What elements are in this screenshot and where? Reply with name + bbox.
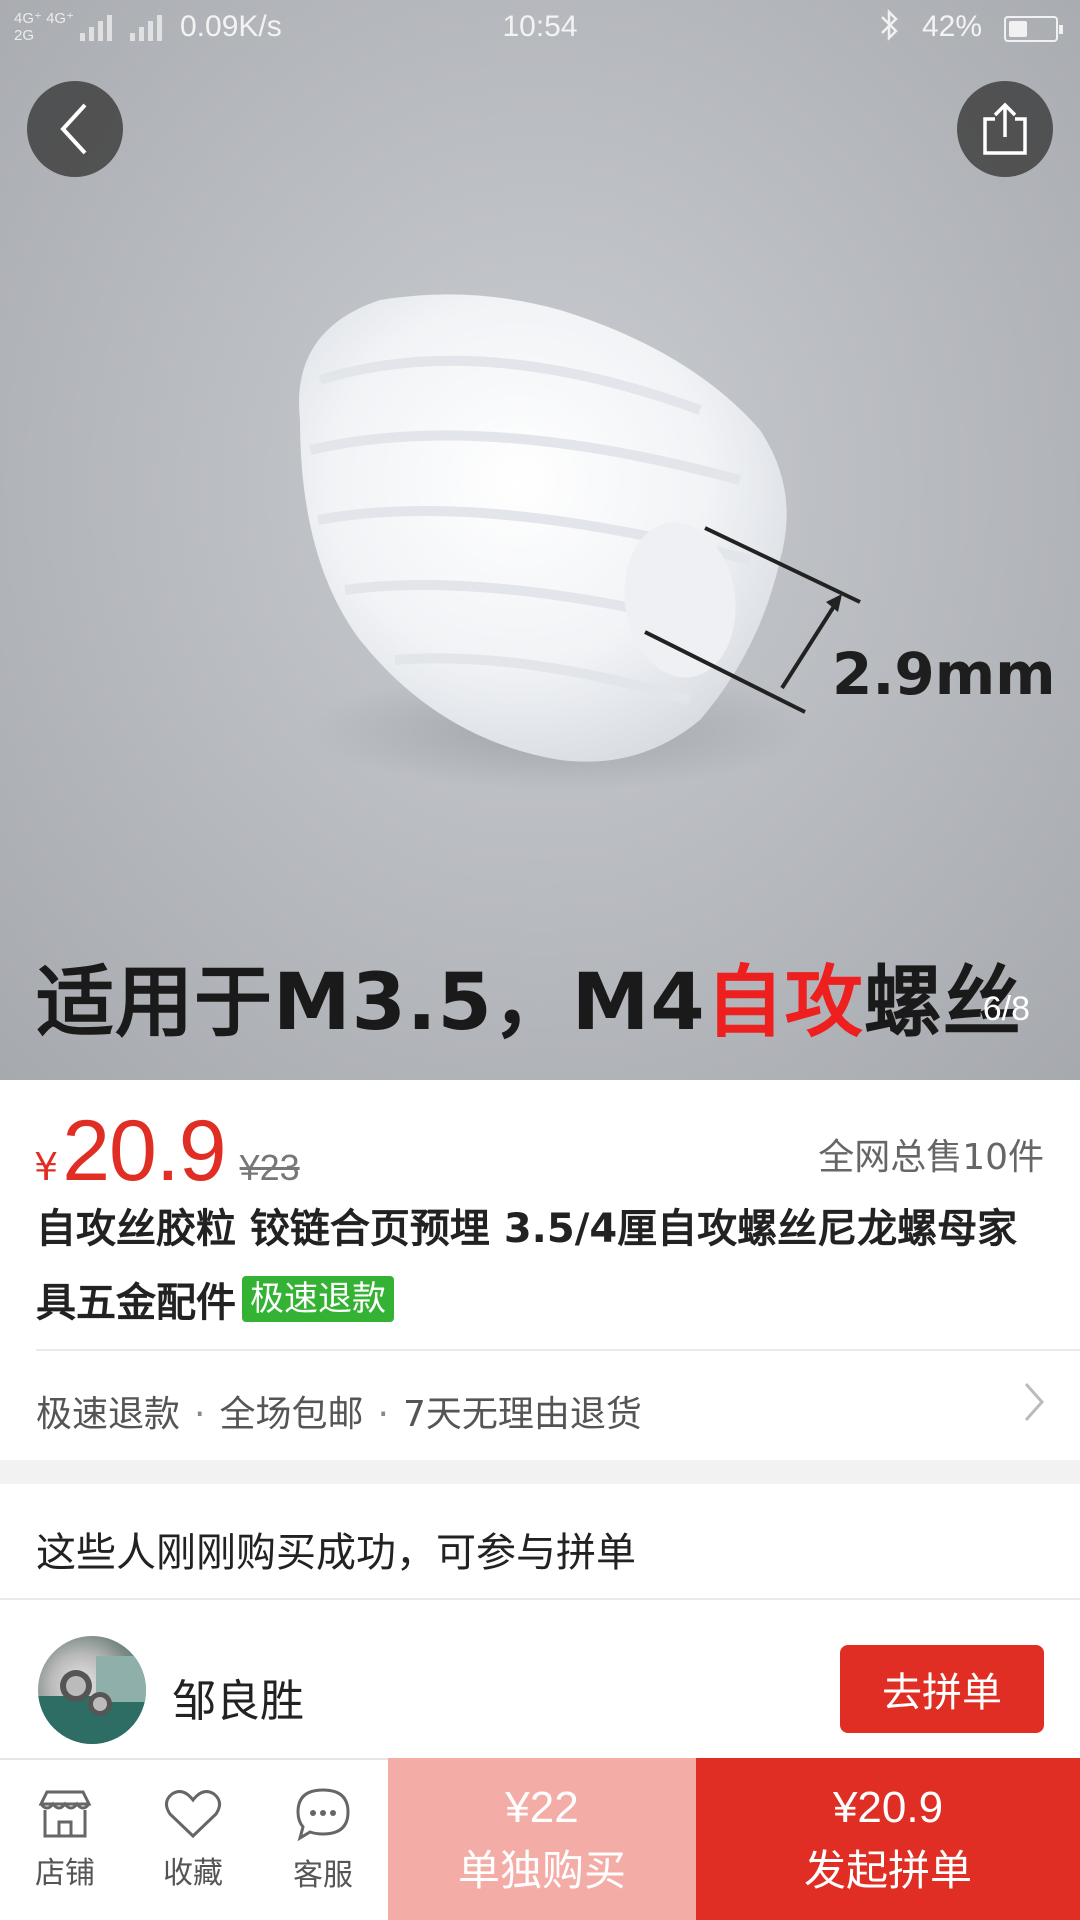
original-price: ¥23 — [239, 1147, 300, 1188]
total-sold: 全网总售10件 — [818, 1137, 1044, 1178]
customer-service-button[interactable]: 客服 — [258, 1760, 388, 1920]
share-button[interactable] — [957, 81, 1053, 177]
product-image-gallery[interactable]: 2.9mm 适用于M3.5，M4自攻螺丝 6/8 4G⁺ 4G⁺ 2G 0.09… — [0, 0, 1080, 1080]
group-buy-label: 发起拼单 — [803, 1845, 972, 1895]
service-fast-refund: 极速退款 — [36, 1394, 181, 1435]
price-row: ¥ 20.9 ¥23 — [34, 1102, 300, 1201]
clock: 10:54 — [502, 10, 578, 43]
group-user-name: 邹良胜 — [172, 1676, 304, 1727]
section-divider — [0, 1460, 1080, 1484]
image-caption: 适用于M3.5，M4自攻螺丝 — [36, 940, 1022, 1052]
status-bar: 4G⁺ 4G⁺ 2G 0.09K/s 10:54 42% — [0, 0, 1080, 56]
service-free-shipping: 全场包邮 — [219, 1394, 364, 1435]
bottom-action-bar: 店铺 收藏 客服 ¥22 单独购买 ¥20.9 发起拼单 — [0, 1758, 1080, 1920]
customer-service-label: 客服 — [293, 1858, 353, 1893]
single-price: ¥22 — [505, 1782, 579, 1832]
avatar — [38, 1636, 146, 1744]
fast-refund-tag: 极速退款 — [242, 1276, 394, 1322]
chevron-left-icon — [60, 103, 87, 155]
product-info: ¥ 20.9 ¥23 全网总售10件 自攻丝胶粒 铰链合页预埋 3.5/4厘自攻… — [0, 1080, 1080, 1460]
caption-text: 适用于M3.5，M4 — [36, 958, 706, 1048]
service-7day-return: 7天无理由退货 — [402, 1394, 642, 1435]
chevron-right-icon[interactable] — [1022, 1380, 1046, 1428]
battery-fill — [1009, 21, 1027, 37]
product-photo — [299, 294, 861, 790]
heart-icon — [165, 1790, 221, 1839]
bluetooth-icon — [878, 8, 902, 50]
product-title: 自攻丝胶粒 铰链合页预埋 3.5/4厘自攻螺丝尼龙螺母家具五金配件 极速退款 — [36, 1192, 1046, 1340]
battery-icon — [1004, 16, 1063, 42]
join-group-button[interactable]: 去拼单 — [840, 1645, 1044, 1733]
group-buy-price: ¥20.9 — [832, 1782, 944, 1832]
service-guarantees[interactable]: 极速退款 · 全场包邮 · 7天无理由退货 — [36, 1385, 642, 1437]
share-icon — [983, 102, 1027, 155]
store-icon — [38, 1790, 92, 1838]
shop-button[interactable]: 店铺 — [0, 1760, 130, 1920]
single-buy-label: 单独购买 — [457, 1845, 626, 1895]
divider — [0, 1598, 1080, 1600]
separator: · — [194, 1394, 206, 1435]
currency-symbol: ¥ — [34, 1145, 59, 1189]
separator: · — [377, 1394, 389, 1435]
start-group-buy-button[interactable]: ¥20.9 发起拼单 — [696, 1758, 1080, 1920]
shop-label: 店铺 — [35, 1856, 95, 1891]
group-buy-header: 这些人刚刚购买成功，可参与拼单 — [36, 1530, 636, 1576]
dimension-label: 2.9mm — [832, 640, 1056, 708]
divider — [36, 1349, 1080, 1351]
favorite-label: 收藏 — [163, 1856, 223, 1891]
product-title-text: 自攻丝胶粒 铰链合页预埋 3.5/4厘自攻螺丝尼龙螺母家具五金配件 — [36, 1206, 1018, 1326]
buy-alone-button[interactable]: ¥22 单独购买 — [388, 1758, 696, 1920]
back-button[interactable] — [27, 81, 123, 177]
caption-highlight: 自攻 — [705, 958, 864, 1048]
favorite-button[interactable]: 收藏 — [128, 1760, 258, 1920]
battery-percent: 42% — [922, 10, 983, 43]
chat-icon — [296, 1788, 350, 1842]
gallery-page-indicator: 6/8 — [982, 990, 1030, 1028]
group-price: 20.9 — [62, 1103, 226, 1199]
